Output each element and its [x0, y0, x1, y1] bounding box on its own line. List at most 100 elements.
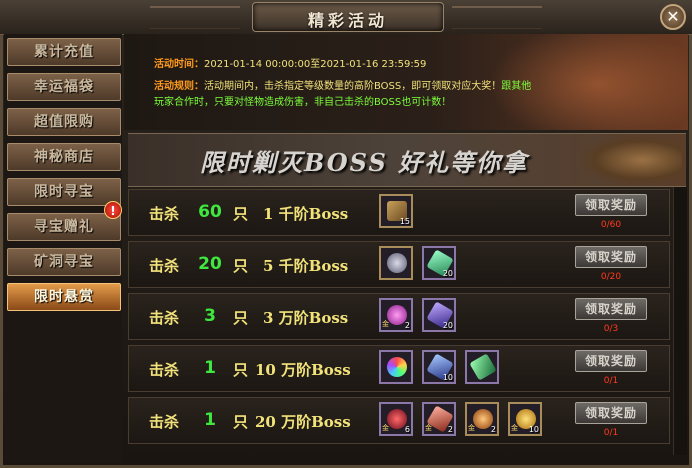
reward-row: 击杀 3 只 3 万阶Boss 金 2 20 领取奖励 0/3: [128, 293, 670, 340]
progress-text: 0/3: [603, 324, 619, 334]
red-crystal-icon[interactable]: 金 2: [422, 402, 456, 436]
progress-text: 0/1: [603, 376, 619, 386]
scrollbar[interactable]: [673, 187, 687, 455]
reward-row: 击杀 60 只 1 千阶Boss 15 领取奖励 0/60: [128, 189, 670, 236]
sidebar: 累计充值 幸运福袋 超值限购 神秘商店 限时寻宝 寻宝赠礼 矿洞寻宝 限时悬赏: [4, 34, 122, 462]
purple-gem-icon[interactable]: 金 2: [379, 298, 413, 332]
item-qty: 2: [447, 425, 453, 434]
title-plate: 精彩活动: [252, 2, 444, 32]
red-gem-icon[interactable]: 金 6: [379, 402, 413, 436]
sidebar-item-limited-treasure[interactable]: 限时寻宝: [7, 178, 121, 206]
sidebar-item-label: 累计充值: [34, 44, 94, 60]
item-qty: 20: [442, 321, 453, 330]
activity-time: 活动时间：2021-01-14 00:00:00至2021-01-16 23:5…: [154, 55, 426, 70]
reward-row: 击杀 1 只 20 万阶Boss 金 6 金 2 金 2 金 10 领取奖励 0…: [128, 397, 670, 444]
progress-text: 0/60: [600, 220, 622, 230]
window-title: 精彩活动: [307, 11, 388, 30]
kill-label: 击杀: [149, 257, 180, 275]
unit-label: 只: [233, 361, 249, 379]
kill-count: 20: [198, 254, 222, 274]
claim-reward-button[interactable]: 领取奖励: [575, 350, 647, 372]
kill-count: 1: [204, 358, 216, 378]
sidebar-item-limited-bounty[interactable]: 限时悬赏: [7, 283, 121, 311]
sidebar-item-treasure-gift[interactable]: 寻宝赠礼: [7, 213, 121, 241]
bind-mark: 金: [382, 320, 389, 328]
sidebar-item-cumulative-recharge[interactable]: 累计充值: [7, 38, 121, 66]
kill-count: 3: [204, 306, 216, 326]
promo-text: 限时剿灭BOSS 好礼等你拿: [200, 148, 529, 177]
green-shard-icon[interactable]: [465, 350, 499, 384]
rule-text-highlight: 跟其他: [501, 81, 532, 92]
sidebar-item-value-limited[interactable]: 超值限购: [7, 108, 121, 136]
boss-tier: 20 万阶Boss: [255, 413, 351, 431]
title-bar: 精彩活动 ✕: [0, 0, 692, 35]
time-value: 2021-01-14 00:00:00至2021-01-16 23:59:59: [204, 59, 427, 70]
title-ornament-right: [452, 6, 542, 29]
item-qty: 15: [399, 217, 410, 226]
kill-label: 击杀: [149, 361, 180, 379]
boss-promo-banner: 限时剿灭BOSS 好礼等你拿: [128, 133, 686, 187]
progress-text: 0/20: [600, 272, 622, 282]
boss-tier: 3 万阶Boss: [263, 309, 349, 327]
sidebar-item-lucky-bag[interactable]: 幸运福袋: [7, 73, 121, 101]
unit-label: 只: [233, 205, 249, 223]
item-qty: 10: [528, 425, 539, 434]
kill-count: 60: [198, 202, 222, 222]
sidebar-item-label: 神秘商店: [34, 149, 94, 165]
reward-row: 击杀 1 只 10 万阶Boss 10 领取奖励 0/1: [128, 345, 670, 392]
sidebar-item-label: 超值限购: [34, 114, 94, 130]
claim-reward-button[interactable]: 领取奖励: [575, 402, 647, 424]
bind-mark: 金: [425, 424, 432, 432]
bind-mark: 金: [382, 424, 389, 432]
sidebar-item-label: 限时寻宝: [34, 184, 94, 200]
kill-count: 1: [204, 410, 216, 430]
item-qty: 2: [490, 425, 496, 434]
item-qty: 6: [404, 425, 410, 434]
blue-crystal-icon[interactable]: 10: [422, 350, 456, 384]
item-image: [387, 357, 407, 377]
boss-tier: 10 万阶Boss: [255, 361, 351, 379]
unit-label: 只: [233, 309, 249, 327]
purple-crystal-icon[interactable]: 20: [422, 298, 456, 332]
sidebar-item-label: 限时悬赏: [34, 289, 94, 305]
claim-reward-button[interactable]: 领取奖励: [575, 298, 647, 320]
coin-icon[interactable]: [379, 246, 413, 280]
dragon-icon: [582, 136, 682, 184]
treasure-chest-icon[interactable]: 15: [379, 194, 413, 228]
sidebar-item-label: 矿洞寻宝: [34, 254, 94, 270]
rule-text-highlight-2: 玩家合作时，只要对怪物造成伤害，非自己击杀的BOSS也可计数！: [154, 97, 452, 108]
rule-label: 活动规则：: [154, 81, 204, 92]
rule-text: 活动期间内，击杀指定等级数量的高阶BOSS，即可领取对应大奖！: [204, 81, 502, 92]
item-image: [387, 253, 407, 273]
claim-reward-button[interactable]: 领取奖励: [575, 194, 647, 216]
close-icon[interactable]: ✕: [660, 4, 686, 30]
item-qty: 20: [442, 269, 453, 278]
item-qty: 2: [404, 321, 410, 330]
time-label: 活动时间：: [154, 59, 204, 70]
progress-text: 0/1: [603, 428, 619, 438]
rainbow-orb-icon[interactable]: [379, 350, 413, 384]
unit-label: 只: [233, 257, 249, 275]
green-crystal-icon[interactable]: 20: [422, 246, 456, 280]
item-qty: 10: [442, 373, 453, 382]
legend-coin-icon[interactable]: 金 10: [508, 402, 542, 436]
reward-row: 击杀 20 只 5 千阶Boss 20 领取奖励 0/20: [128, 241, 670, 288]
kill-label: 击杀: [149, 205, 180, 223]
item-image: [469, 353, 497, 381]
kill-label: 击杀: [149, 413, 180, 431]
title-ornament-left: [150, 6, 240, 29]
sidebar-item-label: 幸运福袋: [34, 79, 94, 95]
activity-info-banner: 活动时间：2021-01-14 00:00:00至2021-01-16 23:5…: [124, 34, 688, 130]
bind-mark: 金: [511, 424, 518, 432]
unit-label: 只: [233, 413, 249, 431]
sidebar-item-label: 寻宝赠礼: [34, 219, 94, 235]
notification-badge-icon: !: [104, 201, 122, 219]
kill-label: 击杀: [149, 309, 180, 327]
activity-rule: 活动规则：活动期间内，击杀指定等级数量的高阶BOSS，即可领取对应大奖！跟其他: [154, 77, 531, 92]
sidebar-item-mine-treasure[interactable]: 矿洞寻宝: [7, 248, 121, 276]
orange-orb-icon[interactable]: 金 2: [465, 402, 499, 436]
sidebar-item-mystery-shop[interactable]: 神秘商店: [7, 143, 121, 171]
claim-reward-button[interactable]: 领取奖励: [575, 246, 647, 268]
boss-tier: 5 千阶Boss: [263, 257, 349, 275]
boss-tier: 1 千阶Boss: [263, 205, 349, 223]
